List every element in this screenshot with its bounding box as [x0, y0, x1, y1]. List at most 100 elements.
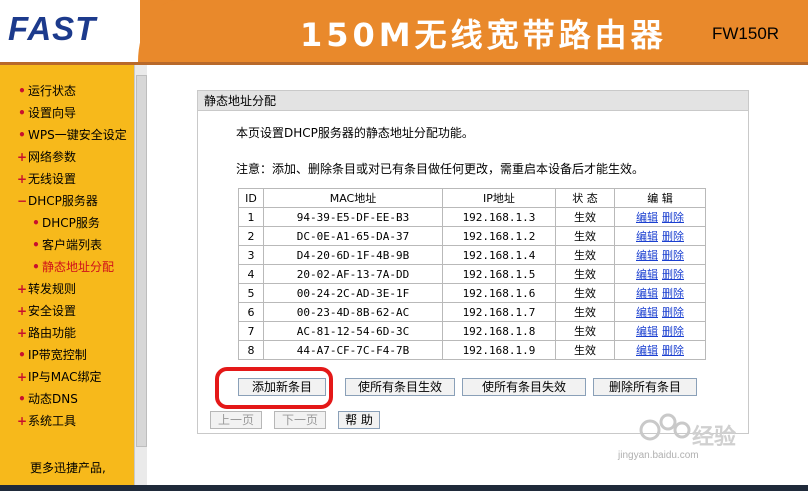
row-mac: 00-24-2C-AD-3E-1F — [263, 283, 443, 303]
sidebar-item-label: 网络参数 — [28, 150, 77, 164]
sidebar-item-label: DHCP服务 — [42, 216, 100, 230]
enable-all-button[interactable]: 使所有条目生效 — [345, 378, 455, 396]
sidebar-item-label: IP带宽控制 — [28, 348, 87, 362]
sidebar-item-static-address[interactable]: • 静态地址分配 — [30, 257, 114, 277]
disable-all-button[interactable]: 使所有条目失效 — [462, 378, 586, 396]
row-id: 5 — [238, 283, 264, 303]
row-mac: D4-20-6D-1F-4B-9B — [263, 245, 443, 265]
sidebar-item-system-tools[interactable]: +系统工具 — [16, 411, 76, 431]
sidebar-item-label: 客户端列表 — [42, 238, 103, 252]
sidebar-item-label: 运行状态 — [28, 84, 77, 98]
panel-title: 静态地址分配 — [198, 91, 748, 111]
product-title: 150M无线宽带路由器 — [300, 16, 667, 54]
scrollbar-thumb[interactable] — [136, 75, 147, 447]
row-mac: 44-A7-CF-7C-F4-7B — [263, 340, 443, 360]
bullet-icon: • — [32, 238, 40, 252]
page-scrollbar[interactable] — [793, 65, 808, 487]
row-status: 生效 — [555, 340, 615, 360]
sidebar-item-security[interactable]: +安全设置 — [16, 301, 76, 321]
delete-link[interactable]: 删除 — [662, 325, 684, 338]
row-actions: 编辑 删除 — [614, 283, 706, 303]
edit-link[interactable]: 编辑 — [636, 211, 658, 224]
table-row: 5 00-24-2C-AD-3E-1F 192.168.1.6 生效 编辑 删除 — [238, 283, 706, 303]
help-button[interactable]: 帮 助 — [338, 411, 380, 429]
sidebar-item-dhcp-service[interactable]: • DHCP服务 — [30, 213, 100, 233]
edit-link[interactable]: 编辑 — [636, 249, 658, 262]
delete-link[interactable]: 删除 — [662, 306, 684, 319]
sidebar-scrollbar[interactable] — [134, 65, 147, 487]
sidebar-item-wps[interactable]: • WPS一键安全设定 — [16, 125, 127, 145]
taskbar-strip — [0, 485, 808, 491]
delete-link[interactable]: 删除 — [662, 211, 684, 224]
bullet-icon: • — [18, 128, 26, 142]
highlight-annotation — [215, 367, 333, 409]
edit-link[interactable]: 编辑 — [636, 230, 658, 243]
row-mac: DC-0E-A1-65-DA-37 — [263, 226, 443, 246]
sidebar-item-ip-mac-binding[interactable]: +IP与MAC绑定 — [16, 367, 102, 387]
edit-link[interactable]: 编辑 — [636, 325, 658, 338]
sidebar-item-routing[interactable]: +路由功能 — [16, 323, 76, 343]
watermark-url: jingyan.baidu.com — [618, 450, 699, 461]
expand-icon: + — [16, 150, 28, 164]
more-products-link[interactable]: 更多迅捷产品, — [30, 459, 106, 476]
row-actions: 编辑 删除 — [614, 340, 706, 360]
delete-link[interactable]: 删除 — [662, 344, 684, 357]
static-address-table: ID MAC地址 IP地址 状 态 编 辑 1 94-39-E5-DF-EE-B… — [238, 188, 706, 360]
sidebar-item-dhcp-server[interactable]: −DHCP服务器 — [16, 191, 98, 211]
row-actions: 编辑 删除 — [614, 321, 706, 341]
row-id: 2 — [238, 226, 264, 246]
col-status: 状 态 — [555, 188, 615, 208]
delete-link[interactable]: 删除 — [662, 268, 684, 281]
row-ip: 192.168.1.3 — [442, 207, 556, 227]
svg-text:经验: 经验 — [692, 424, 736, 449]
row-ip: 192.168.1.7 — [442, 302, 556, 322]
delete-link[interactable]: 删除 — [662, 287, 684, 300]
sidebar-item-status[interactable]: • 运行状态 — [16, 81, 76, 101]
edit-link[interactable]: 编辑 — [636, 268, 658, 281]
table-row: 2 DC-0E-A1-65-DA-37 192.168.1.2 生效 编辑 删除 — [238, 226, 706, 246]
row-actions: 编辑 删除 — [614, 226, 706, 246]
sidebar-item-network[interactable]: +网络参数 — [16, 147, 76, 167]
edit-link[interactable]: 编辑 — [636, 344, 658, 357]
next-page-button[interactable]: 下一页 — [274, 411, 326, 429]
sidebar-item-label: IP与MAC绑定 — [28, 370, 102, 384]
expand-icon: + — [16, 370, 28, 384]
row-status: 生效 — [555, 302, 615, 322]
sidebar-item-label: 路由功能 — [28, 326, 77, 340]
edit-link[interactable]: 编辑 — [636, 287, 658, 300]
header-banner: FAST 150M无线宽带路由器 FW150R — [0, 0, 808, 62]
sidebar-item-label: DHCP服务器 — [28, 194, 98, 208]
edit-link[interactable]: 编辑 — [636, 306, 658, 319]
row-id: 7 — [238, 321, 264, 341]
delete-link[interactable]: 删除 — [662, 230, 684, 243]
sidebar-item-wizard[interactable]: • 设置向导 — [16, 103, 76, 123]
panel-note: 注意：添加、删除条目或对已有条目做任何更改，需重启本设备后才能生效。 — [236, 162, 645, 176]
sidebar-item-client-list[interactable]: • 客户端列表 — [30, 235, 102, 255]
expand-icon: + — [16, 304, 28, 318]
col-edit: 编 辑 — [614, 188, 706, 208]
table-row: 4 20-02-AF-13-7A-DD 192.168.1.5 生效 编辑 删除 — [238, 264, 706, 284]
row-status: 生效 — [555, 226, 615, 246]
sidebar-item-bandwidth[interactable]: • IP带宽控制 — [16, 345, 87, 365]
bullet-icon: • — [18, 84, 26, 98]
sidebar-item-label: 静态地址分配 — [42, 260, 115, 274]
row-mac: 94-39-E5-DF-EE-B3 — [263, 207, 443, 227]
sidebar-item-ddns[interactable]: • 动态DNS — [16, 389, 78, 409]
sidebar-item-wireless[interactable]: +无线设置 — [16, 169, 76, 189]
row-id: 1 — [238, 207, 264, 227]
row-status: 生效 — [555, 321, 615, 341]
sidebar-item-label: WPS一键安全设定 — [28, 128, 127, 142]
col-ip: IP地址 — [442, 188, 556, 208]
sidebar-item-label: 系统工具 — [28, 414, 77, 428]
bullet-icon: • — [18, 106, 26, 120]
row-id: 4 — [238, 264, 264, 284]
row-id: 8 — [238, 340, 264, 360]
row-id: 3 — [238, 245, 264, 265]
sidebar-menu: • 运行状态 • 设置向导 • WPS一键安全设定 +网络参数 +无线设置 −DHCP… — [0, 65, 134, 487]
delete-link[interactable]: 删除 — [662, 249, 684, 262]
sidebar-item-forwarding[interactable]: +转发规则 — [16, 279, 76, 299]
table-row: 8 44-A7-CF-7C-F4-7B 192.168.1.9 生效 编辑 删除 — [238, 340, 706, 360]
delete-all-button[interactable]: 删除所有条目 — [593, 378, 697, 396]
prev-page-button[interactable]: 上一页 — [210, 411, 262, 429]
sidebar-item-label: 安全设置 — [28, 304, 77, 318]
